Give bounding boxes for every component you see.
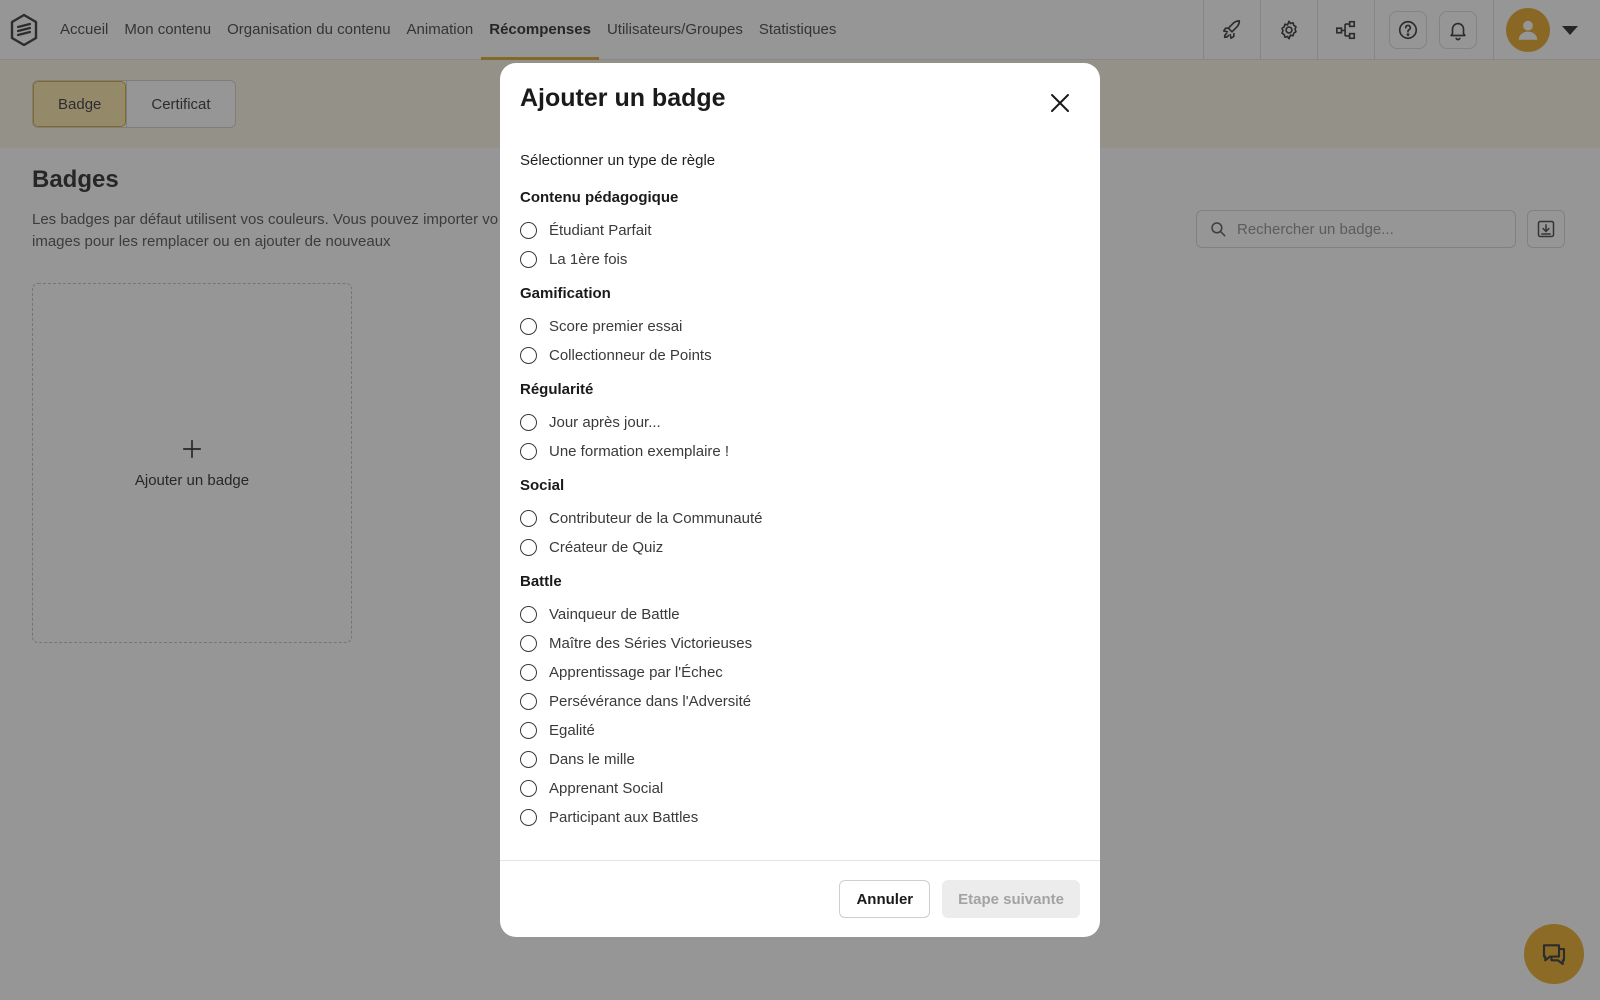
rule-option-vainqueur-battle[interactable]: Vainqueur de Battle: [520, 600, 1080, 629]
modal-footer: Annuler Etape suivante: [500, 860, 1100, 937]
radio-button[interactable]: [520, 664, 537, 681]
close-icon: [1051, 94, 1069, 112]
radio-button[interactable]: [520, 809, 537, 826]
radio-button[interactable]: [520, 347, 537, 364]
rule-type-form: Sélectionner un type de règle Contenu pé…: [520, 151, 1080, 842]
radio-button[interactable]: [520, 606, 537, 623]
rule-option-label: Egalité: [549, 722, 595, 739]
rule-option-label: Étudiant Parfait: [549, 222, 652, 239]
rule-option-egalite[interactable]: Egalité: [520, 716, 1080, 745]
rule-option-apprentissage-echec[interactable]: Apprentissage par l'Échec: [520, 658, 1080, 687]
rule-option-label: Collectionneur de Points: [549, 347, 712, 364]
radio-button[interactable]: [520, 635, 537, 652]
radio-button[interactable]: [520, 722, 537, 739]
rule-option-label: Score premier essai: [549, 318, 683, 335]
rule-group-contenu-pedagogique: Contenu pédagogique Étudiant Parfait La …: [520, 188, 1080, 274]
radio-button[interactable]: [520, 780, 537, 797]
rule-option-dans-le-mille[interactable]: Dans le mille: [520, 745, 1080, 774]
rule-option-label: Persévérance dans l'Adversité: [549, 693, 752, 710]
rule-option-premiere-fois[interactable]: La 1ère fois: [520, 245, 1080, 274]
rule-option-formation-exemplaire[interactable]: Une formation exemplaire !: [520, 437, 1080, 466]
cancel-button[interactable]: Annuler: [839, 880, 931, 918]
close-button[interactable]: [1040, 83, 1080, 123]
rule-option-etudiant-parfait[interactable]: Étudiant Parfait: [520, 216, 1080, 245]
radio-button[interactable]: [520, 251, 537, 268]
rule-option-collectionneur-points[interactable]: Collectionneur de Points: [520, 341, 1080, 370]
radio-button[interactable]: [520, 443, 537, 460]
rule-option-createur-quiz[interactable]: Créateur de Quiz: [520, 533, 1080, 562]
rule-option-maitre-series[interactable]: Maître des Séries Victorieuses: [520, 629, 1080, 658]
modal-title: Ajouter un badge: [520, 84, 726, 112]
rule-group-battle: Battle Vainqueur de Battle Maître des Sé…: [520, 572, 1080, 832]
rule-option-participant-battles[interactable]: Participant aux Battles: [520, 803, 1080, 832]
rule-option-perseverance[interactable]: Persévérance dans l'Adversité: [520, 687, 1080, 716]
radio-button[interactable]: [520, 693, 537, 710]
radio-button[interactable]: [520, 318, 537, 335]
rule-option-contributeur-communaute[interactable]: Contributeur de la Communauté: [520, 504, 1080, 533]
rule-type-prompt: Sélectionner un type de règle: [520, 152, 716, 169]
rule-group-gamification: Gamification Score premier essai Collect…: [520, 284, 1080, 370]
rule-option-label: Créateur de Quiz: [549, 539, 664, 556]
rule-option-label: Vainqueur de Battle: [549, 606, 680, 623]
radio-button[interactable]: [520, 539, 537, 556]
radio-button[interactable]: [520, 222, 537, 239]
rule-option-label: Maître des Séries Victorieuses: [549, 635, 753, 652]
rule-group-regularite: Régularité Jour après jour... Une format…: [520, 380, 1080, 466]
rule-option-apprenant-social[interactable]: Apprenant Social: [520, 774, 1080, 803]
radio-button[interactable]: [520, 751, 537, 768]
rule-option-label: Jour après jour...: [549, 414, 661, 431]
rule-option-jour-apres-jour[interactable]: Jour après jour...: [520, 408, 1080, 437]
rule-group-title: Régularité: [520, 381, 594, 398]
rule-option-label: Apprenant Social: [549, 780, 664, 797]
rule-group-title: Battle: [520, 573, 562, 590]
rule-group-title: Contenu pédagogique: [520, 189, 679, 206]
rule-option-label: Apprentissage par l'Échec: [549, 664, 723, 681]
radio-button[interactable]: [520, 510, 537, 527]
rule-option-label: Une formation exemplaire !: [549, 443, 730, 460]
rule-option-label: Dans le mille: [549, 751, 635, 768]
add-badge-modal: Ajouter un badge Sélectionner un type de…: [500, 63, 1100, 937]
rule-group-title: Gamification: [520, 285, 611, 302]
rule-group-social: Social Contributeur de la Communauté Cré…: [520, 476, 1080, 562]
rule-option-label: Contributeur de la Communauté: [549, 510, 763, 527]
next-step-button[interactable]: Etape suivante: [942, 880, 1080, 918]
rule-option-score-premier-essai[interactable]: Score premier essai: [520, 312, 1080, 341]
rule-option-label: Participant aux Battles: [549, 809, 699, 826]
rule-group-title: Social: [520, 477, 565, 494]
radio-button[interactable]: [520, 414, 537, 431]
rule-option-label: La 1ère fois: [549, 251, 628, 268]
